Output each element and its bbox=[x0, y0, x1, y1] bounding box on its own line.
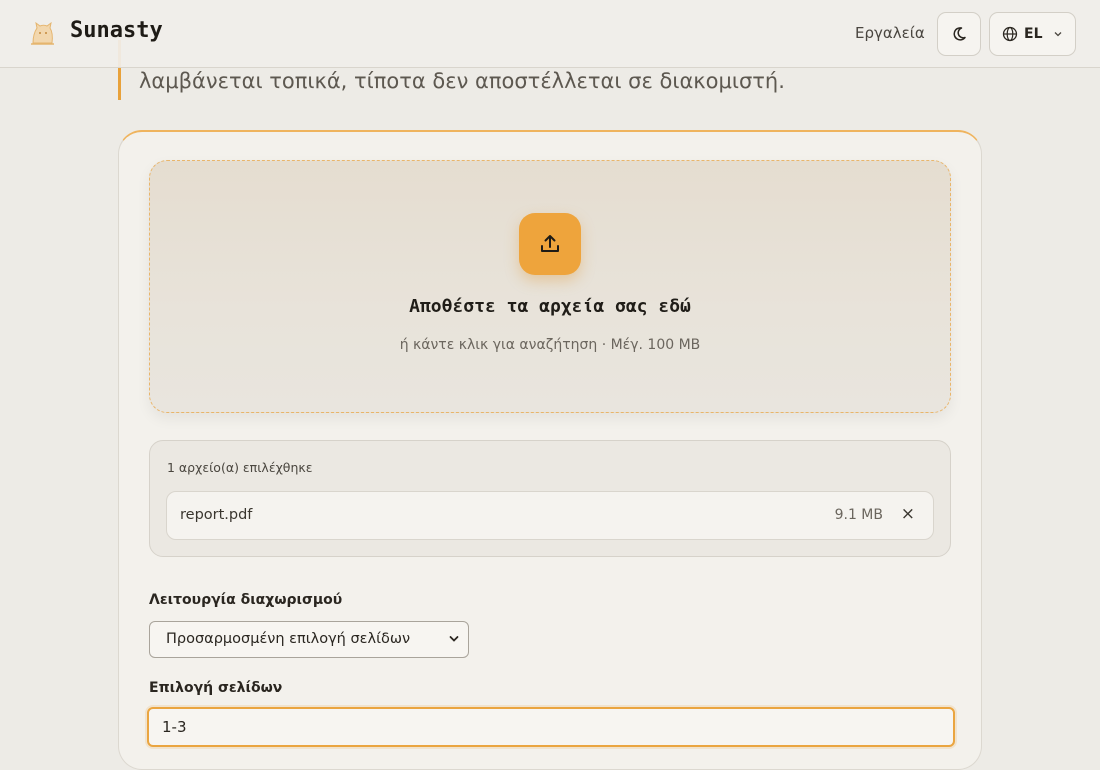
upload-icon bbox=[541, 235, 559, 252]
chevron-down-icon bbox=[449, 636, 459, 642]
intro-text-line: λαμβάνεται τοπικά, τίποτα δεν αποστέλλετ… bbox=[139, 69, 785, 93]
page-selection-input[interactable]: 1-3 bbox=[147, 707, 955, 747]
file-row: report.pdf 9.1 MB × bbox=[166, 491, 934, 540]
split-tool-card: Αποθέστε τα αρχεία σας εδώ ή κάντε κλικ … bbox=[118, 130, 982, 770]
globe-icon bbox=[1002, 26, 1018, 42]
file-size: 9.1 MB bbox=[834, 507, 883, 523]
upload-button[interactable] bbox=[519, 213, 581, 275]
cat-logo-icon[interactable] bbox=[27, 19, 57, 49]
remove-file-button[interactable]: × bbox=[901, 504, 915, 524]
moon-icon bbox=[953, 27, 966, 41]
files-count-label: 1 αρχείο(α) επιλέχθηκε bbox=[167, 460, 313, 475]
dropzone-title: Αποθέστε τα αρχεία σας εδώ bbox=[409, 296, 691, 317]
chevron-down-icon bbox=[1055, 32, 1062, 37]
language-code: EL bbox=[1024, 26, 1043, 42]
page-selection-label: Επιλογή σελίδων bbox=[149, 680, 283, 696]
split-mode-select[interactable]: Προσαρμοσμένη επιλογή σελίδων bbox=[149, 621, 469, 658]
nav-tools-link[interactable]: Εργαλεία bbox=[855, 24, 925, 42]
selected-files-panel: 1 αρχείο(α) επιλέχθηκε report.pdf 9.1 MB… bbox=[149, 440, 951, 557]
top-header: Sunasty Εργαλεία EL bbox=[0, 0, 1100, 68]
theme-toggle-button[interactable] bbox=[937, 12, 981, 56]
split-mode-selected-value: Προσαρμοσμένη επιλογή σελίδων bbox=[166, 631, 411, 647]
file-dropzone[interactable]: Αποθέστε τα αρχεία σας εδώ ή κάντε κλικ … bbox=[149, 160, 951, 413]
split-mode-label: Λειτουργία διαχωρισμού bbox=[149, 592, 343, 608]
brand-name[interactable]: Sunasty bbox=[70, 18, 163, 43]
file-name: report.pdf bbox=[180, 507, 253, 523]
language-selector[interactable]: EL bbox=[989, 12, 1076, 56]
dropzone-subtitle: ή κάντε κλικ για αναζήτηση · Μέγ. 100 MB bbox=[399, 337, 701, 353]
